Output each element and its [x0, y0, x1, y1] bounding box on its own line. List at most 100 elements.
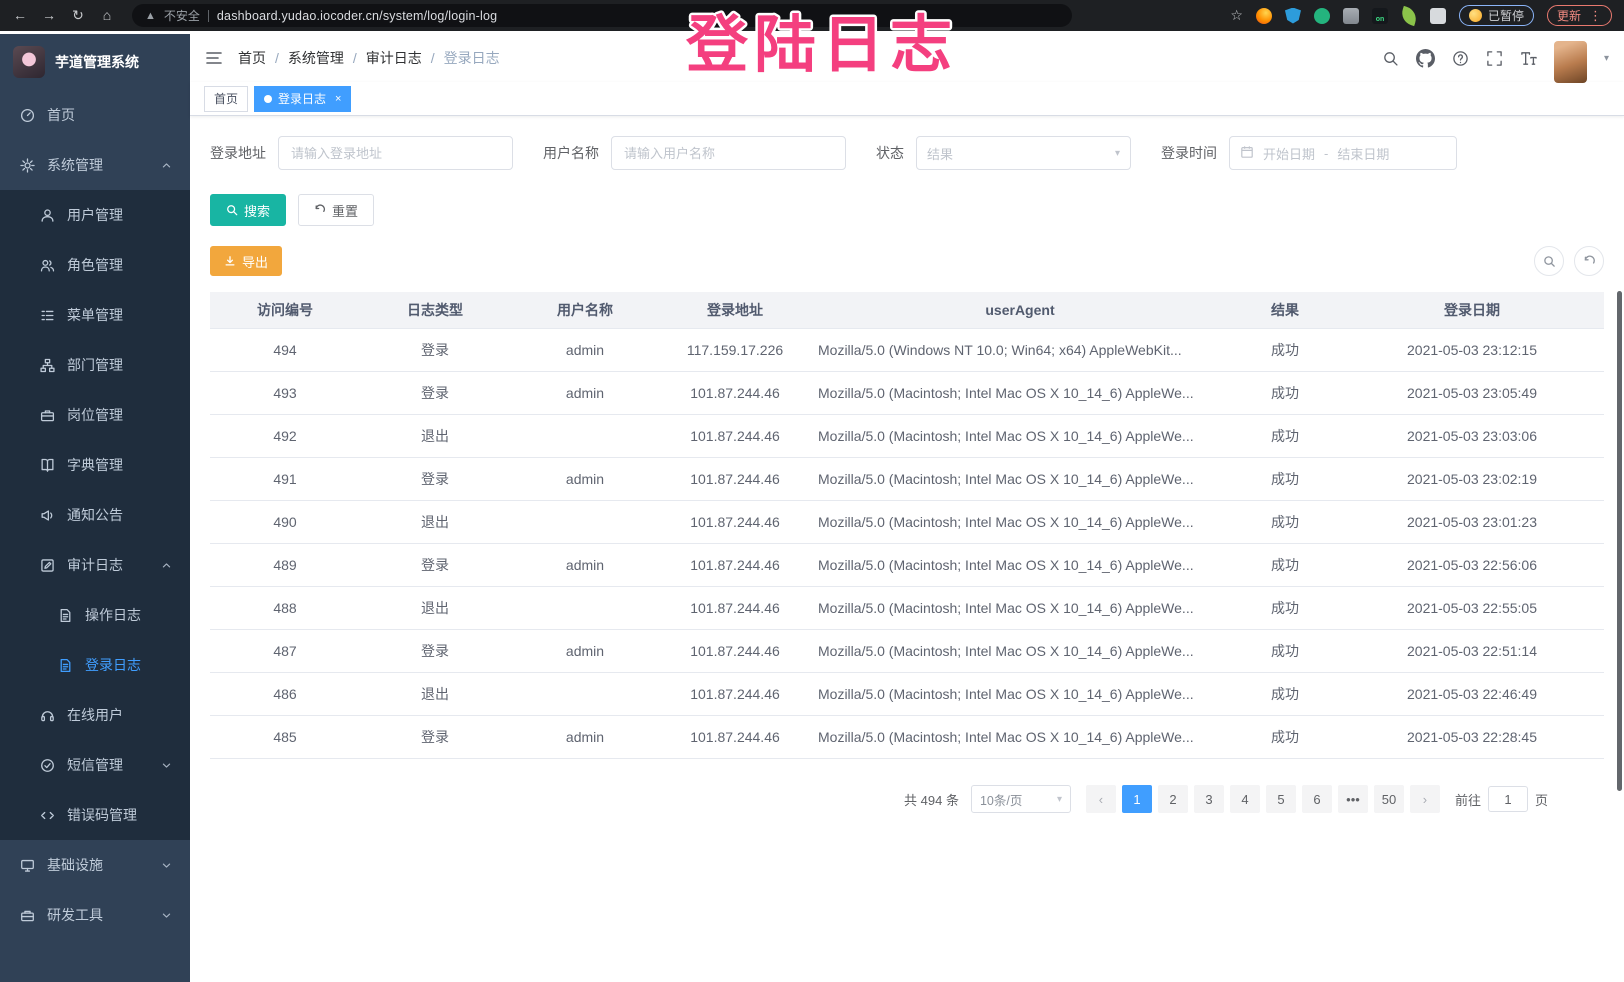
sidebar-item[interactable]: 部门管理 — [0, 340, 190, 390]
back-button[interactable]: ← — [12, 0, 28, 31]
sidebar-item[interactable]: 基础设施 — [0, 840, 190, 890]
cell-user: admin — [510, 342, 660, 358]
help-icon[interactable] — [1452, 50, 1469, 67]
page-size-select[interactable]: 10条/页▾ — [971, 785, 1071, 813]
sidebar-item[interactable]: 在线用户 — [0, 690, 190, 740]
cell-result: 成功 — [1230, 684, 1340, 704]
tab-tag[interactable]: 首页 — [204, 86, 248, 112]
export-button[interactable]: 导出 — [210, 246, 282, 276]
scrollbar[interactable] — [1617, 31, 1623, 982]
cell-id: 489 — [210, 557, 360, 573]
cell-agent: Mozilla/5.0 (Macintosh; Intel Mac OS X 1… — [810, 686, 1230, 702]
prev-page-button[interactable]: ‹ — [1086, 785, 1116, 813]
app-window: 芋道管理系统 首页系统管理用户管理角色管理菜单管理部门管理岗位管理字典管理通知公… — [0, 34, 1624, 982]
column-header: 登录日期 — [1340, 300, 1604, 320]
calendar-icon — [1240, 145, 1254, 162]
status-placeholder: 结果 — [927, 144, 953, 163]
breadcrumb-item[interactable]: 审计日志 — [366, 48, 422, 68]
page-button[interactable]: 50 — [1374, 785, 1404, 813]
extension-grid-icon[interactable] — [1343, 8, 1359, 24]
sidebar-item[interactable]: 登录日志 — [0, 640, 190, 690]
extension-puzzle-icon[interactable] — [1430, 8, 1446, 24]
hamburger-icon[interactable] — [205, 49, 223, 67]
navbar-actions: ▾ — [1382, 33, 1609, 83]
cell-date: 2021-05-03 23:02:19 — [1340, 471, 1604, 487]
search-icon[interactable] — [1382, 50, 1399, 67]
github-icon[interactable] — [1416, 49, 1435, 68]
chevron-down-icon[interactable]: ▾ — [1604, 53, 1609, 64]
page-button[interactable]: 5 — [1266, 785, 1296, 813]
sidebar-item[interactable]: 岗位管理 — [0, 390, 190, 440]
cell-result: 成功 — [1230, 512, 1340, 532]
cell-agent: Mozilla/5.0 (Macintosh; Intel Mac OS X 1… — [810, 557, 1230, 573]
fullscreen-icon[interactable] — [1486, 50, 1503, 67]
home-button[interactable]: ⌂ — [99, 0, 115, 31]
toggle-search-button[interactable] — [1534, 246, 1564, 276]
more-pages-button[interactable]: ••• — [1338, 785, 1368, 813]
chevron-down-icon — [161, 910, 172, 921]
sidebar-item[interactable]: 审计日志 — [0, 540, 190, 590]
breadcrumb-item[interactable]: 系统管理 — [288, 48, 344, 68]
sidebar-item[interactable]: 用户管理 — [0, 190, 190, 240]
search-button[interactable]: 搜索 — [210, 194, 286, 226]
cell-type: 登录 — [360, 555, 510, 575]
cell-result: 成功 — [1230, 383, 1340, 403]
extension-feather-icon[interactable] — [1399, 5, 1419, 25]
filter-status: 状态 结果 ▾ — [876, 136, 1131, 170]
sidebar-item[interactable]: 字典管理 — [0, 440, 190, 490]
sidebar-item[interactable]: 通知公告 — [0, 490, 190, 540]
tag-label: 登录日志 — [278, 90, 326, 107]
bookmark-star-icon[interactable]: ☆ — [1230, 7, 1243, 24]
page-button[interactable]: 2 — [1158, 785, 1188, 813]
cell-date: 2021-05-03 23:05:49 — [1340, 385, 1604, 401]
sidebar-item-label: 首页 — [47, 105, 172, 125]
sidebar-item[interactable]: 系统管理 — [0, 140, 190, 190]
extension-on-icon[interactable]: on — [1372, 8, 1388, 24]
sidebar-item[interactable]: 短信管理 — [0, 740, 190, 790]
scrollbar-thumb[interactable] — [1617, 291, 1622, 791]
column-header: 登录地址 — [660, 300, 810, 320]
app-logo[interactable]: 芋道管理系统 — [0, 34, 190, 90]
sidebar-item[interactable]: 角色管理 — [0, 240, 190, 290]
goto-page-input[interactable] — [1488, 786, 1528, 812]
update-button[interactable]: 更新 ⋮ — [1547, 5, 1612, 26]
next-page-button[interactable]: › — [1410, 785, 1440, 813]
sidebar-item[interactable]: 菜单管理 — [0, 290, 190, 340]
user-avatar[interactable] — [1554, 41, 1587, 83]
reset-button[interactable]: 重置 — [298, 194, 374, 226]
font-size-icon[interactable] — [1520, 50, 1537, 67]
reload-button[interactable]: ↻ — [70, 0, 86, 31]
tags-view: 首页 登录日志 × — [190, 82, 1624, 116]
extension-green-icon[interactable] — [1314, 8, 1330, 24]
forward-button[interactable]: → — [41, 0, 57, 31]
megaphone-icon — [40, 508, 55, 523]
sidebar-item[interactable]: 首页 — [0, 90, 190, 140]
sidebar-item[interactable]: 研发工具 — [0, 890, 190, 940]
cell-user: admin — [510, 385, 660, 401]
page-button[interactable]: 6 — [1302, 785, 1332, 813]
date-range-picker[interactable]: 开始日期 - 结束日期 — [1229, 136, 1457, 170]
page-button[interactable]: 4 — [1230, 785, 1260, 813]
profile-chip[interactable]: 已暂停 — [1459, 5, 1534, 26]
close-icon[interactable]: × — [335, 93, 341, 105]
cell-user: admin — [510, 471, 660, 487]
extension-firefox-icon[interactable] — [1256, 8, 1272, 24]
refresh-button[interactable] — [1574, 246, 1604, 276]
username-input[interactable] — [611, 136, 846, 170]
sidebar-item[interactable]: 操作日志 — [0, 590, 190, 640]
sidebar-item[interactable]: 错误码管理 — [0, 790, 190, 840]
browser-menu-icon[interactable]: ⋮ — [1589, 8, 1602, 24]
filter-login-time: 登录时间 开始日期 - 结束日期 — [1161, 136, 1457, 170]
extension-shield-icon[interactable] — [1285, 8, 1301, 24]
page-button[interactable]: 1 — [1122, 785, 1152, 813]
page-size-label: 10条/页 — [980, 790, 1022, 809]
table-row: 485登录admin101.87.244.46Mozilla/5.0 (Maci… — [210, 716, 1604, 759]
breadcrumb-item[interactable]: 首页 — [238, 48, 266, 68]
address-bar[interactable]: ▲ 不安全 dashboard.yudao.iocoder.cn/system/… — [132, 4, 1072, 27]
cell-id: 493 — [210, 385, 360, 401]
tab-tag[interactable]: 登录日志 × — [254, 86, 351, 112]
page-button[interactable]: 3 — [1194, 785, 1224, 813]
status-select[interactable]: 结果 ▾ — [916, 136, 1131, 170]
main-area: 首页/系统管理/审计日志/登录日志 ▾ — [190, 34, 1624, 982]
login-address-input[interactable] — [278, 136, 513, 170]
